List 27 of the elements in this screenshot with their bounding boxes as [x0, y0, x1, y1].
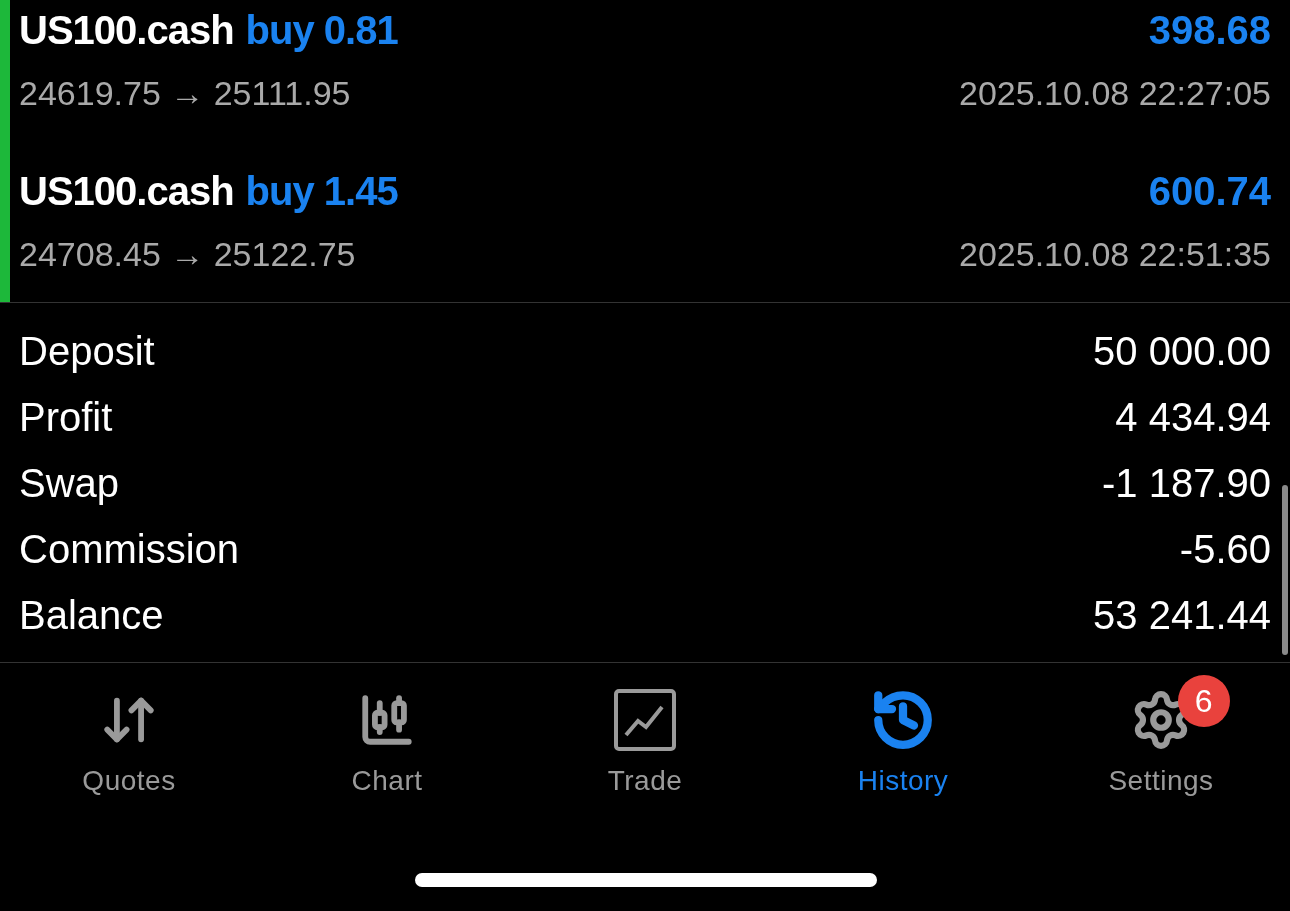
tab[interactable]: 6 Settings: [1032, 673, 1290, 797]
summary-value: -5.60: [1179, 526, 1271, 572]
summary-label: Balance: [19, 592, 164, 638]
line-chart-icon: [614, 689, 676, 751]
deal-type: buy 1.45: [245, 168, 398, 214]
summary-label: Deposit: [19, 328, 155, 374]
tab[interactable]: Quotes: [0, 673, 258, 797]
deal-symbol: US100.cash: [19, 7, 234, 53]
tab[interactable]: History: [774, 673, 1032, 797]
deal-prices: 24619.75 → 25111.95: [19, 73, 351, 113]
summary-label: Swap: [19, 460, 120, 506]
summary-value: -1 187.90: [1101, 460, 1271, 506]
summary-label: Profit: [19, 394, 113, 440]
deal-profit: 600.74: [1148, 168, 1271, 214]
deal-type: buy 0.81: [245, 7, 398, 53]
deal-profit: 398.68: [1148, 7, 1271, 53]
tab[interactable]: Chart: [258, 673, 516, 797]
deal-time: 2025.10.08 22:27:05: [959, 73, 1271, 113]
deal-prices: 24708.45 → 25122.75: [19, 234, 356, 274]
summary-value: 4 434.94: [1115, 394, 1271, 440]
tab[interactable]: Trade: [516, 673, 774, 797]
deal-symbol: US100.cash: [19, 168, 234, 214]
summary-label: Commission: [19, 526, 240, 572]
notification-badge: 6: [1178, 675, 1230, 727]
summary-value: 50 000.00: [1093, 328, 1271, 374]
deal-time: 2025.10.08 22:51:35: [959, 234, 1271, 274]
summary-value: 53 241.44: [1093, 592, 1271, 638]
